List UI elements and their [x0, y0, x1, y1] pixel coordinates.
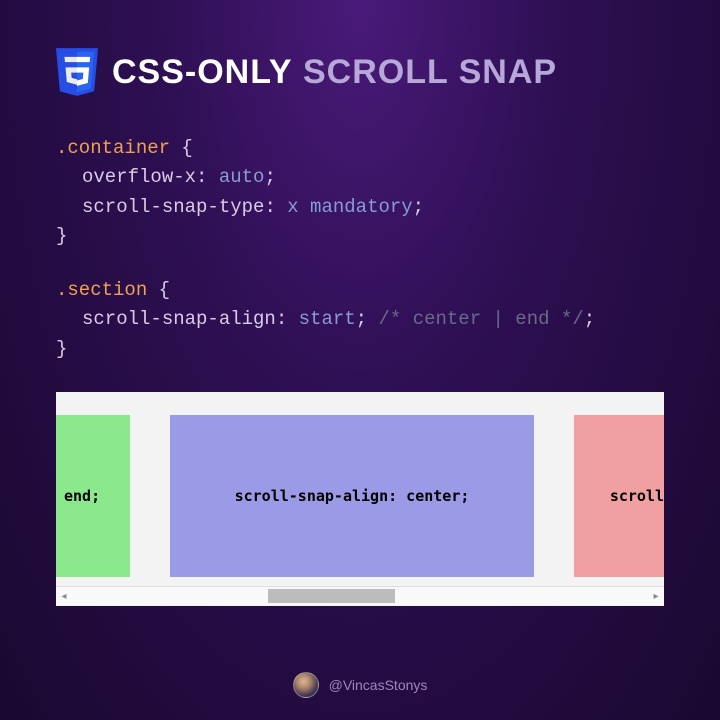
- horizontal-scrollbar[interactable]: ◂ ▸: [56, 586, 664, 605]
- scroll-left-icon[interactable]: ◂: [56, 591, 72, 602]
- demo-box-center: scroll-snap-align: center;: [170, 415, 534, 577]
- code-selector: .section: [56, 279, 147, 301]
- avatar: [293, 672, 319, 698]
- demo-container: end; scroll-snap-align: center; scroll ◂…: [56, 392, 664, 606]
- header: CSS-ONLY SCROLL SNAP: [0, 0, 720, 96]
- code-block-section: .section { scroll-snap-align: start; /* …: [56, 276, 664, 364]
- code-block-container: .container { overflow-x: auto; scroll-sn…: [56, 134, 664, 252]
- page-title: CSS-ONLY SCROLL SNAP: [112, 53, 557, 92]
- demo-scroll-area[interactable]: end; scroll-snap-align: center; scroll: [56, 406, 664, 586]
- code-selector: .container: [56, 137, 170, 159]
- css3-icon: [56, 48, 98, 96]
- demo-box-end: end;: [56, 415, 130, 577]
- title-strong: CSS-ONLY: [112, 53, 293, 91]
- footer: @VincasStonys: [0, 672, 720, 698]
- scrollbar-thumb[interactable]: [268, 589, 395, 603]
- title-light: SCROLL SNAP: [293, 53, 558, 91]
- demo-box-start: scroll: [574, 415, 664, 577]
- scroll-right-icon[interactable]: ▸: [648, 591, 664, 602]
- scrollbar-track[interactable]: [72, 587, 648, 605]
- code-snippet: .container { overflow-x: auto; scroll-sn…: [0, 96, 720, 364]
- author-handle: @VincasStonys: [329, 677, 428, 693]
